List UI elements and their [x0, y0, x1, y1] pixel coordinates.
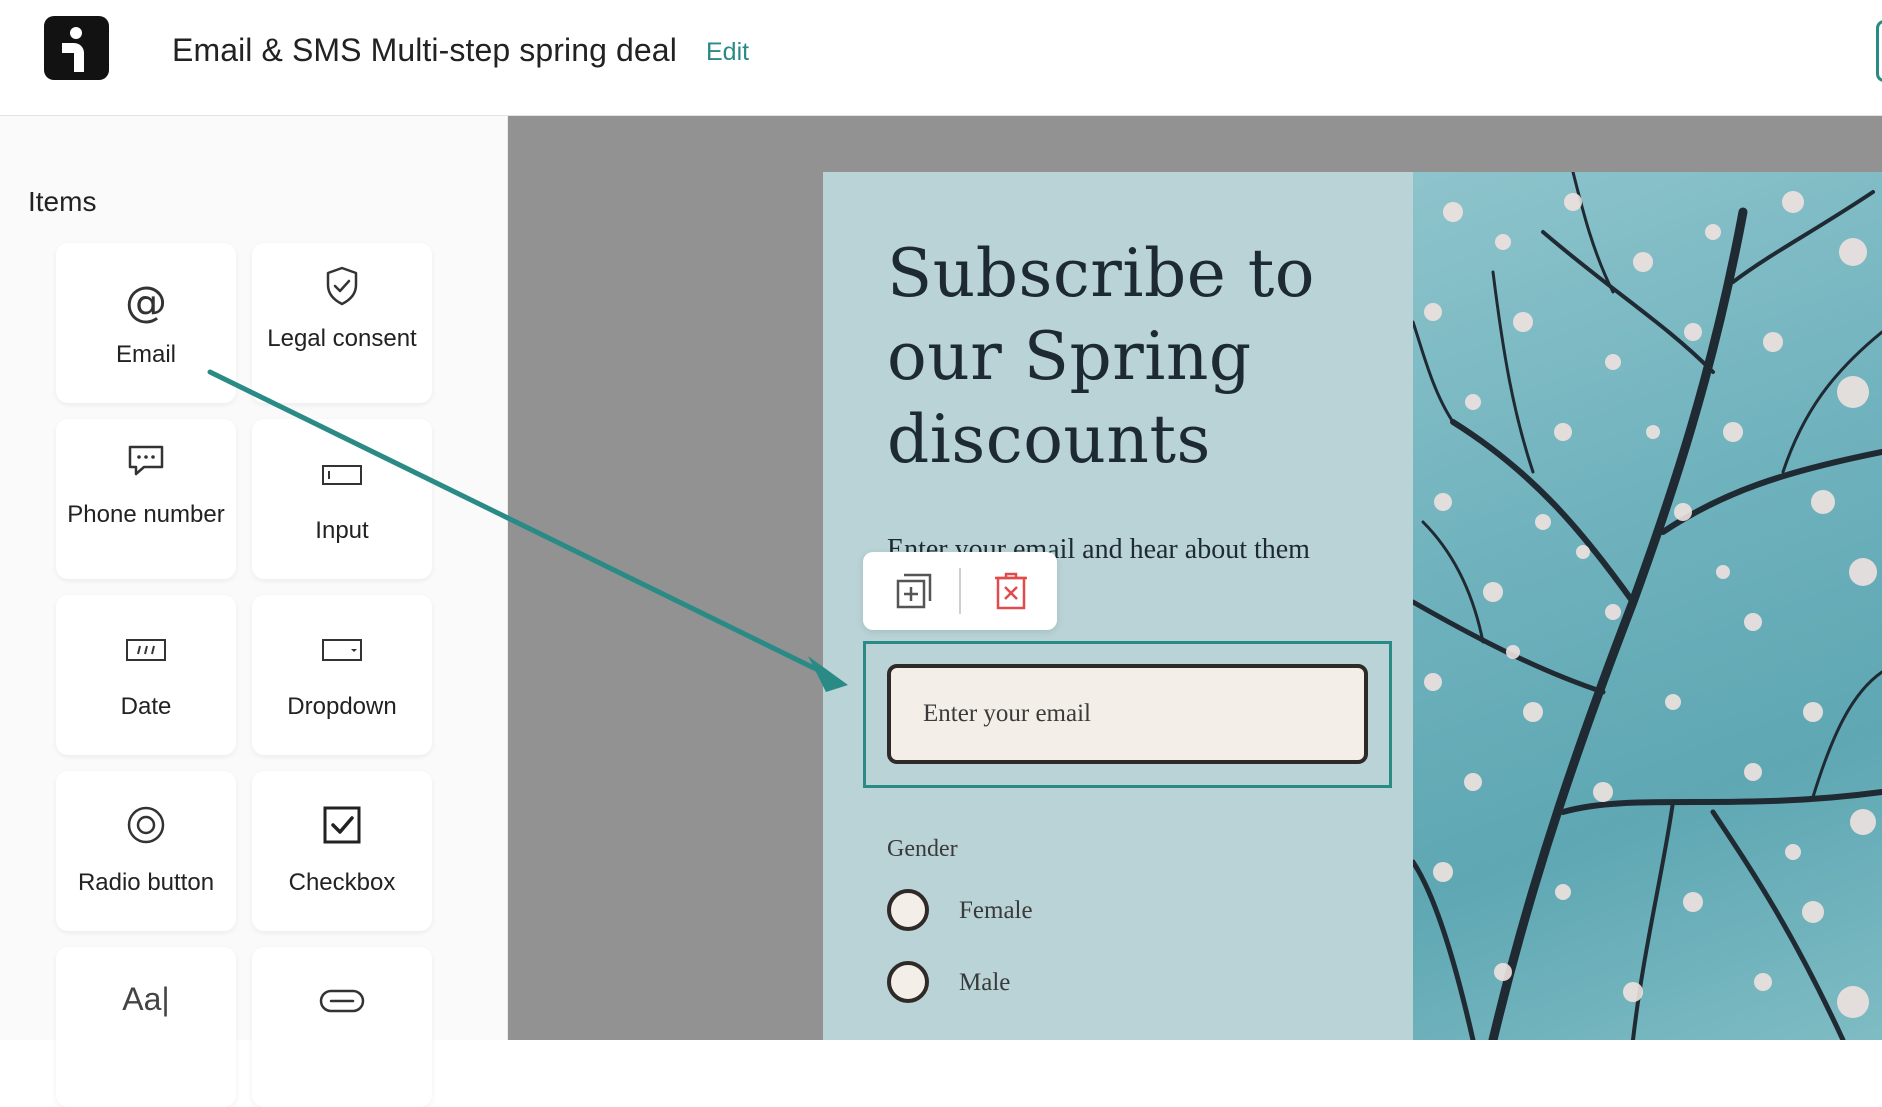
item-card-text[interactable]: Aa|: [56, 947, 236, 1107]
item-label: Email: [115, 341, 176, 368]
page-title: Email & SMS Multi-step spring deal: [172, 32, 677, 68]
date-field-icon: [56, 637, 236, 663]
edit-title-link[interactable]: Edit: [706, 38, 749, 67]
item-label: Input: [315, 517, 369, 544]
item-card-radio-button[interactable]: Radio button: [56, 771, 236, 931]
item-card-dropdown[interactable]: Dropdown: [252, 595, 432, 755]
item-label: Checkbox: [288, 869, 396, 896]
trash-icon: [995, 572, 1027, 610]
item-label: Legal consent: [267, 325, 417, 352]
dropdown-field-icon: [252, 637, 432, 663]
at-icon: @: [125, 277, 167, 326]
toolbar-divider: [959, 568, 961, 614]
delete-field-button[interactable]: [986, 566, 1036, 616]
email-input[interactable]: [887, 664, 1368, 764]
item-card-checkbox[interactable]: Checkbox: [252, 771, 432, 931]
item-label: Dropdown: [287, 693, 397, 720]
item-card-email[interactable]: @ Email: [56, 243, 236, 403]
item-label: Phone number: [67, 501, 225, 528]
item-label: Radio button: [77, 869, 215, 896]
header-action-button[interactable]: [1876, 20, 1882, 82]
logo-mark-icon: [62, 27, 84, 72]
blossom-tree-image: [1413, 172, 1882, 1040]
radio-circle[interactable]: [887, 889, 929, 931]
item-label: Date: [120, 693, 172, 720]
radio-label: Female: [959, 897, 1033, 924]
sidebar-title: Items: [28, 186, 97, 217]
checkbox-icon: [252, 805, 432, 845]
input-box-icon: [252, 463, 432, 487]
gender-label: Gender: [887, 836, 958, 862]
radio-icon: [56, 805, 236, 845]
item-card-button[interactable]: [252, 947, 432, 1107]
form-heading: Subscribe to our Spring discounts: [887, 235, 1316, 478]
item-card-phone-number[interactable]: Phone number: [56, 419, 236, 579]
item-card-input[interactable]: Input: [252, 419, 432, 579]
duplicate-icon: [896, 573, 932, 609]
item-card-date[interactable]: Date: [56, 595, 236, 755]
radio-label: Male: [959, 969, 1011, 996]
radio-circle[interactable]: [887, 961, 929, 1003]
app-logo[interactable]: [44, 16, 109, 80]
item-card-legal-consent[interactable]: Legal consent: [252, 243, 432, 403]
top-header: Email & SMS Multi-step spring deal Edit: [0, 0, 1882, 116]
field-toolbar: [863, 552, 1057, 630]
chat-bubble-icon: [56, 443, 236, 479]
text-aa-icon: Aa|: [122, 981, 170, 1017]
button-pill-icon: [252, 989, 432, 1013]
duplicate-field-button[interactable]: [889, 566, 939, 616]
shield-check-icon: [252, 265, 432, 307]
